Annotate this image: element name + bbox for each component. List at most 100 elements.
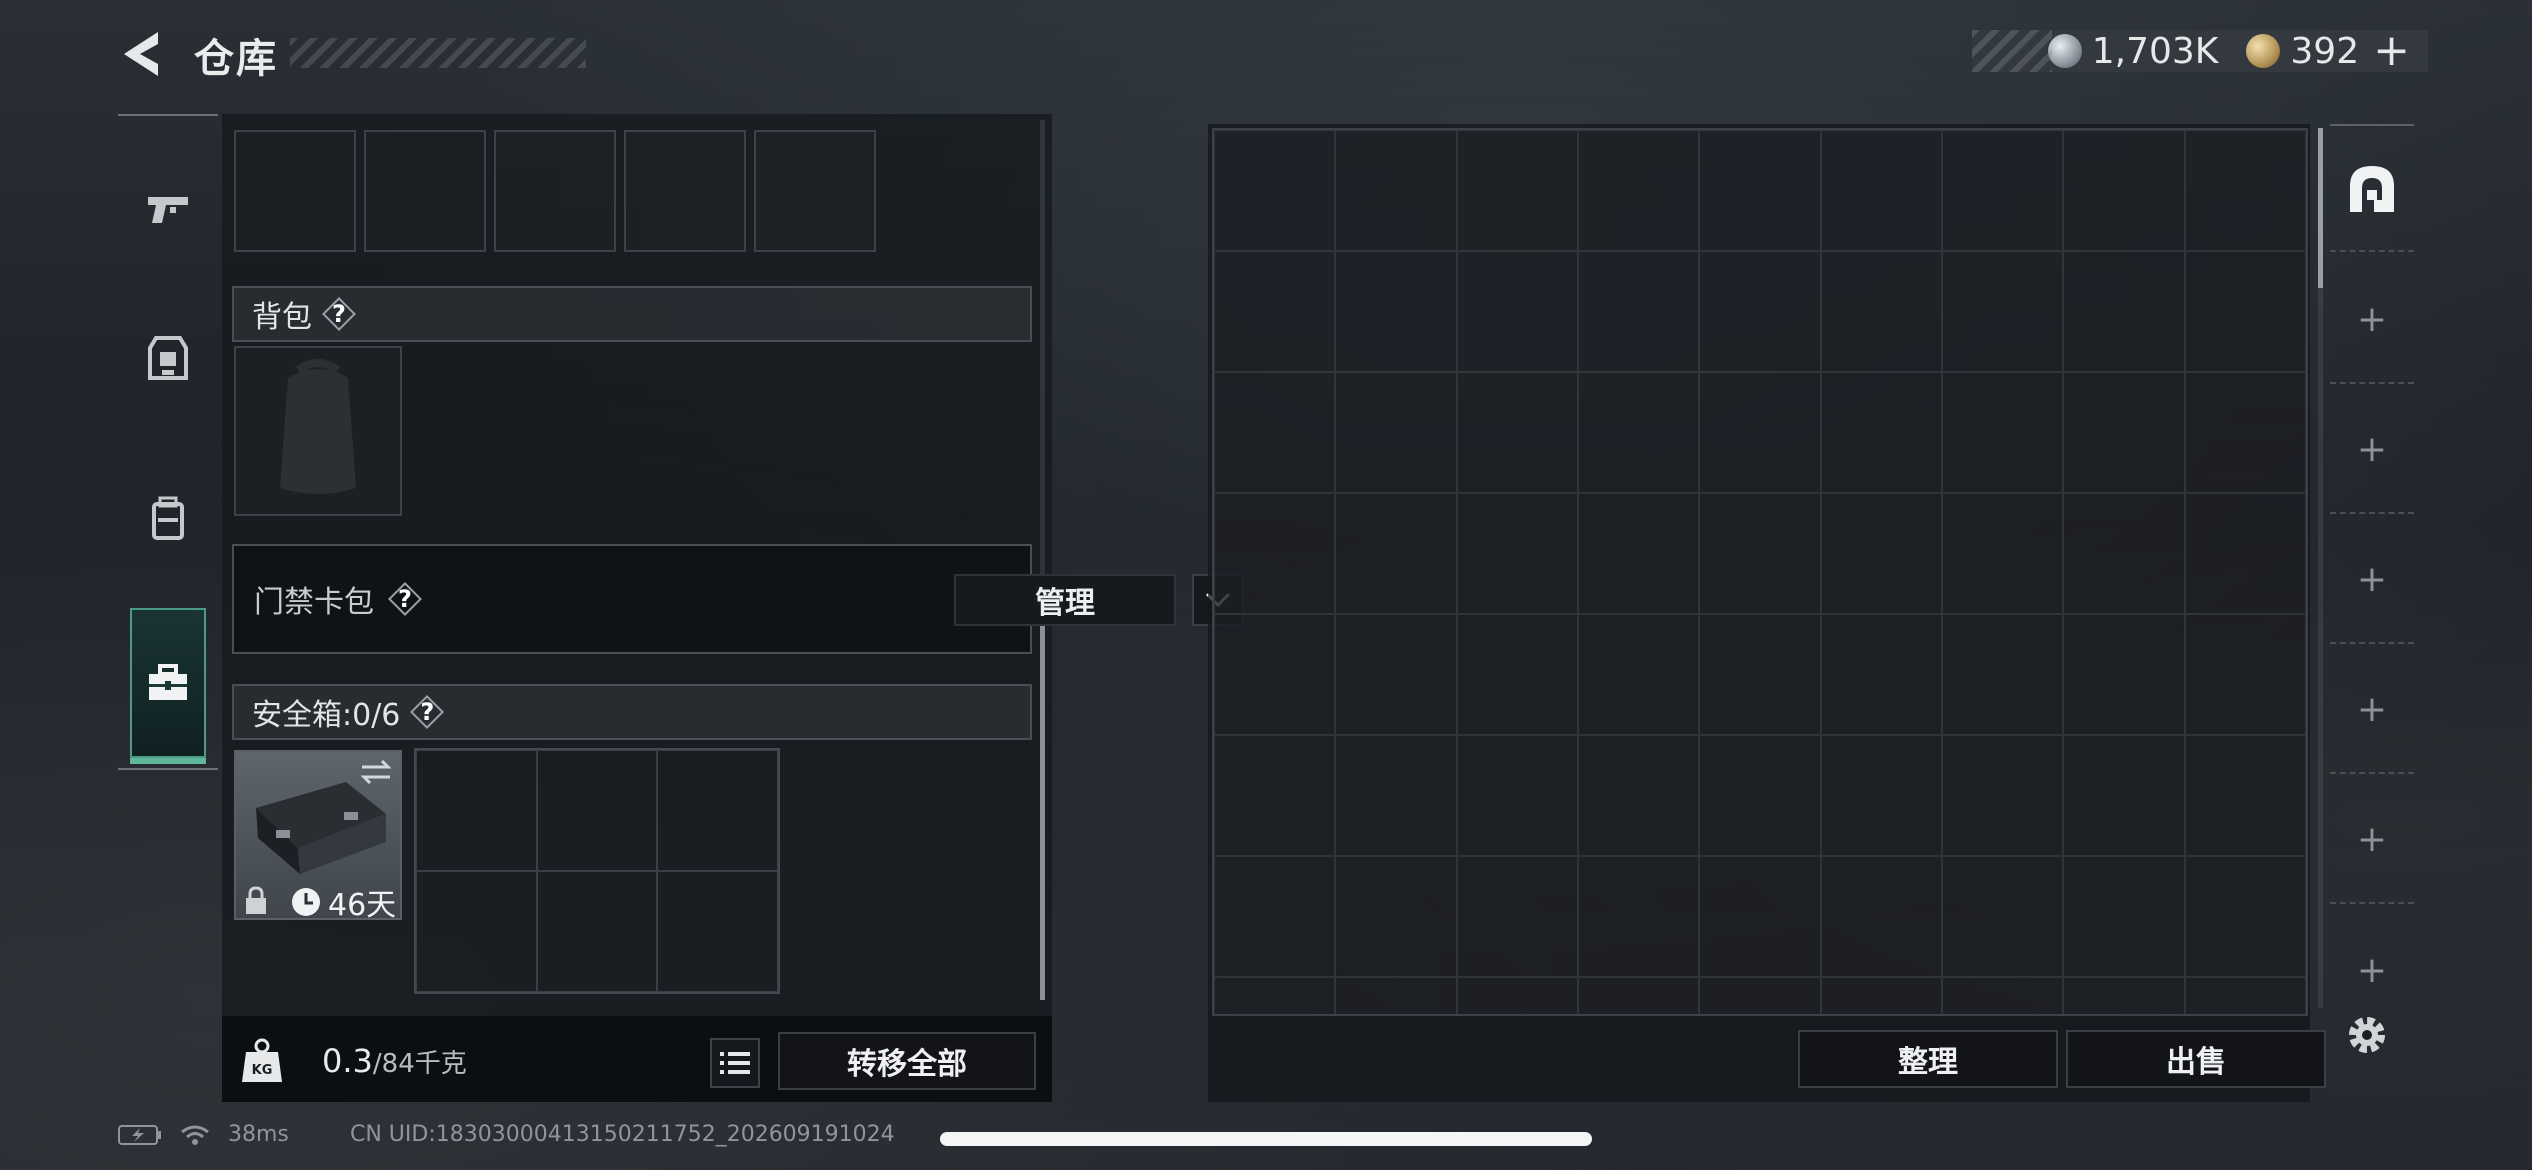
stash-cell[interactable] [1456,614,1578,735]
stash-cell[interactable] [2184,493,2306,614]
stash-cell[interactable] [1578,493,1700,614]
settings-button[interactable] [2344,1012,2390,1062]
stash-cell[interactable] [1699,614,1821,735]
stash-cell[interactable] [2184,251,2306,372]
back-button[interactable] [118,28,166,80]
stash-cell[interactable] [1335,735,1457,856]
safebox-cell[interactable] [536,871,658,992]
list-view-button[interactable] [710,1038,760,1088]
stash-cell[interactable] [1820,856,1942,977]
stash-cell[interactable] [2184,856,2306,977]
backpack-help-icon[interactable]: ? [324,299,354,329]
stash-cell[interactable] [1820,493,1942,614]
safebox-help-icon[interactable]: ? [412,697,442,727]
stash-cell[interactable] [1578,977,1700,1014]
stash-cell[interactable] [1699,977,1821,1014]
stash-tab-add[interactable]: + [2330,646,2414,774]
safebox-cell[interactable] [657,871,778,992]
backpack-slot[interactable] [234,346,402,516]
stash-cell[interactable] [1942,251,2064,372]
stash-cell[interactable] [1942,977,2064,1014]
stash-cell[interactable] [2184,130,2306,251]
stash-cell[interactable] [2184,614,2306,735]
rail-tab-backpack[interactable] [130,444,206,594]
stash-tab-add[interactable]: + [2330,516,2414,644]
stash-cell[interactable] [1699,130,1821,251]
keycard-help-icon[interactable]: ? [390,584,420,614]
equipment-slot[interactable] [364,130,486,252]
home-indicator[interactable] [940,1132,1592,1146]
stash-cell[interactable] [1456,130,1578,251]
safebox-cell[interactable] [416,871,537,992]
safebox-cell[interactable] [536,750,658,871]
stash-cell[interactable] [1820,372,1942,493]
stash-cell[interactable] [1214,977,1336,1014]
stash-cell[interactable] [1820,251,1942,372]
stash-cell[interactable] [1578,130,1700,251]
stash-cell[interactable] [2063,614,2185,735]
stash-tab-add[interactable]: + [2330,386,2414,514]
transfer-all-button[interactable]: 转移全部 [778,1032,1036,1090]
stash-cell[interactable] [1578,614,1700,735]
stash-cell[interactable] [1942,372,2064,493]
stash-cell[interactable] [2184,977,2306,1014]
rail-tab-weapons[interactable] [130,134,206,284]
manage-button[interactable]: 管理 [954,574,1176,626]
stash-cell[interactable] [1578,251,1700,372]
sort-button[interactable]: 整理 [1798,1030,2058,1088]
stash-cell[interactable] [1214,735,1336,856]
equipment-slot[interactable] [234,130,356,252]
stash-cell[interactable] [1820,614,1942,735]
stash-cell[interactable] [1578,372,1700,493]
rail-tab-safebox[interactable] [130,608,206,764]
stash-cell[interactable] [1942,493,2064,614]
stash-tab-add[interactable]: + [2330,256,2414,384]
stash-cell[interactable] [1214,251,1336,372]
equipment-slot[interactable] [754,130,876,252]
stash-cell[interactable] [1335,372,1457,493]
stash-cell[interactable] [2063,251,2185,372]
stash-cell[interactable] [2184,735,2306,856]
safebox-cell[interactable] [416,750,537,871]
stash-cell[interactable] [1214,130,1336,251]
stash-cell[interactable] [1942,614,2064,735]
stash-cell[interactable] [1578,856,1700,977]
stash-cell[interactable] [1942,856,2064,977]
loadout-scrollbar-thumb[interactable] [1040,590,1045,1000]
stash-cell[interactable] [1699,251,1821,372]
stash-cell[interactable] [1942,735,2064,856]
stash-cell[interactable] [1335,614,1457,735]
swap-icon[interactable] [358,758,394,790]
stash-cell[interactable] [1335,493,1457,614]
stash-cell[interactable] [1214,856,1336,977]
stash-cell[interactable] [1335,130,1457,251]
stash-cell[interactable] [1456,856,1578,977]
stash-cell[interactable] [2063,977,2185,1014]
stash-cell[interactable] [1699,372,1821,493]
stash-cell[interactable] [1820,735,1942,856]
stash-cell[interactable] [2184,372,2306,493]
stash-cell[interactable] [1699,856,1821,977]
stash-cell[interactable] [2063,735,2185,856]
stash-tab-add[interactable]: + [2330,776,2414,904]
stash-cell[interactable] [1820,130,1942,251]
add-currency-button[interactable]: + [2373,29,2410,73]
stash-cell[interactable] [1456,493,1578,614]
stash-cell[interactable] [1335,856,1457,977]
stash-cell[interactable] [1942,130,2064,251]
stash-cell[interactable] [2063,130,2185,251]
safebox-cell[interactable] [657,750,778,871]
equipment-slot[interactable] [494,130,616,252]
stash-cell[interactable] [1456,251,1578,372]
stash-cell[interactable] [1214,493,1336,614]
sell-button[interactable]: 出售 [2066,1030,2326,1088]
stash-tab-main[interactable] [2330,124,2414,252]
stash-cell[interactable] [1456,977,1578,1014]
stash-cell[interactable] [2063,372,2185,493]
stash-cell[interactable] [1578,735,1700,856]
stash-cell[interactable] [1335,977,1457,1014]
stash-cell[interactable] [1699,493,1821,614]
stash-scrollbar-thumb[interactable] [2318,128,2323,288]
stash-cell[interactable] [2063,856,2185,977]
stash-cell[interactable] [1456,372,1578,493]
